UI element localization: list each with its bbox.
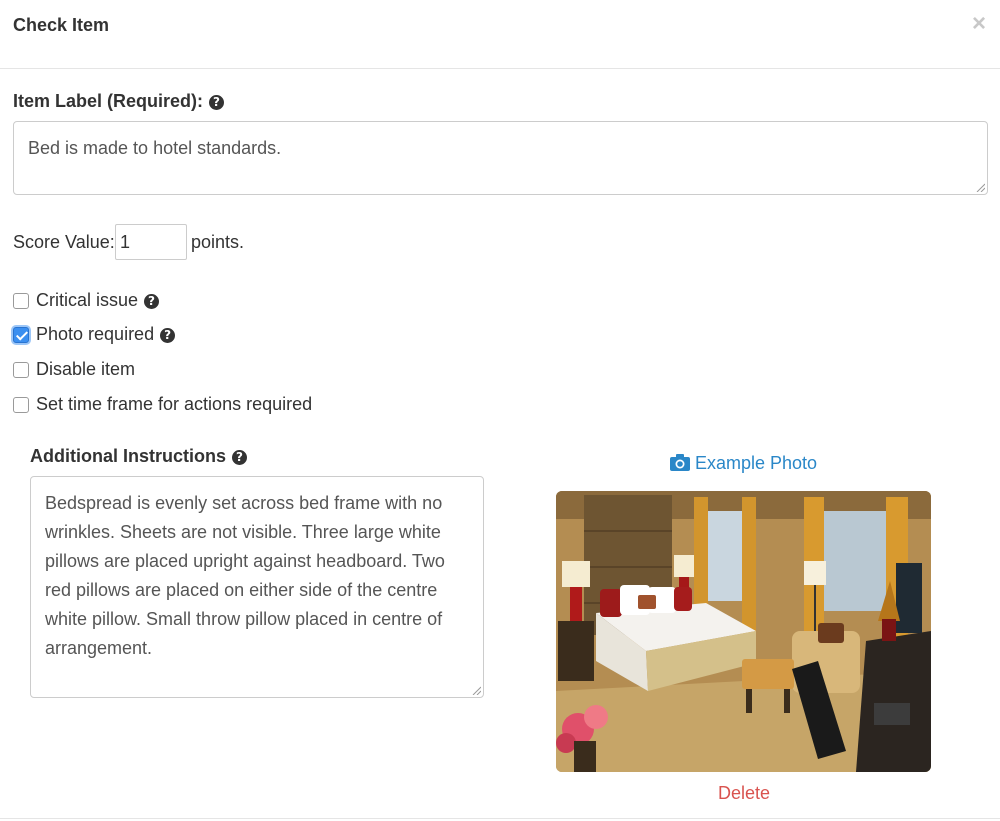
option-label: Photo required: [36, 324, 155, 344]
score-label: Score Value:: [13, 232, 115, 252]
help-icon[interactable]: ?: [232, 450, 247, 465]
disable-item-checkbox[interactable]: [13, 362, 29, 378]
close-icon[interactable]: ×: [972, 12, 986, 36]
item-label-text: Item Label (Required):: [13, 91, 204, 111]
photo-required-checkbox[interactable]: [13, 327, 29, 343]
instructions-textarea[interactable]: Bedspread is evenly set across bed frame…: [30, 476, 484, 698]
camera-icon: [670, 454, 690, 471]
score-input[interactable]: 1: [115, 224, 187, 260]
option-label: Disable item: [36, 359, 136, 379]
modal-footer-divider: [0, 818, 1000, 819]
instructions-label: Additional Instructions: [30, 446, 226, 466]
help-icon[interactable]: ?: [209, 95, 225, 110]
example-photo-link[interactable]: Example Photo: [670, 453, 817, 474]
example-photo-image: [556, 491, 931, 772]
item-label-value: Bed is made to hotel standards.: [28, 138, 282, 158]
item-label-textarea[interactable]: Bed is made to hotel standards.: [13, 121, 988, 195]
example-photo-label: Example Photo: [695, 453, 818, 473]
option-label: Critical issue: [36, 290, 139, 310]
item-label-heading: Item Label (Required):?: [13, 91, 225, 112]
instructions-value: Bedspread is evenly set across bed frame…: [45, 493, 445, 658]
resize-grip-icon[interactable]: [975, 182, 985, 192]
modal-title: Check Item: [13, 15, 110, 35]
help-icon[interactable]: ?: [160, 328, 176, 343]
instructions-heading: Additional Instructions?: [30, 446, 247, 467]
option-label: Set time frame for actions required: [36, 394, 313, 414]
delete-photo-link[interactable]: Delete: [718, 783, 770, 804]
resize-grip-icon[interactable]: [471, 685, 481, 695]
modal-header: Check Item ×: [0, 0, 1000, 69]
critical-issue-checkbox[interactable]: [13, 293, 29, 309]
help-icon[interactable]: ?: [144, 294, 160, 309]
score-unit: points.: [191, 232, 245, 252]
set-time-frame-checkbox[interactable]: [13, 397, 29, 413]
